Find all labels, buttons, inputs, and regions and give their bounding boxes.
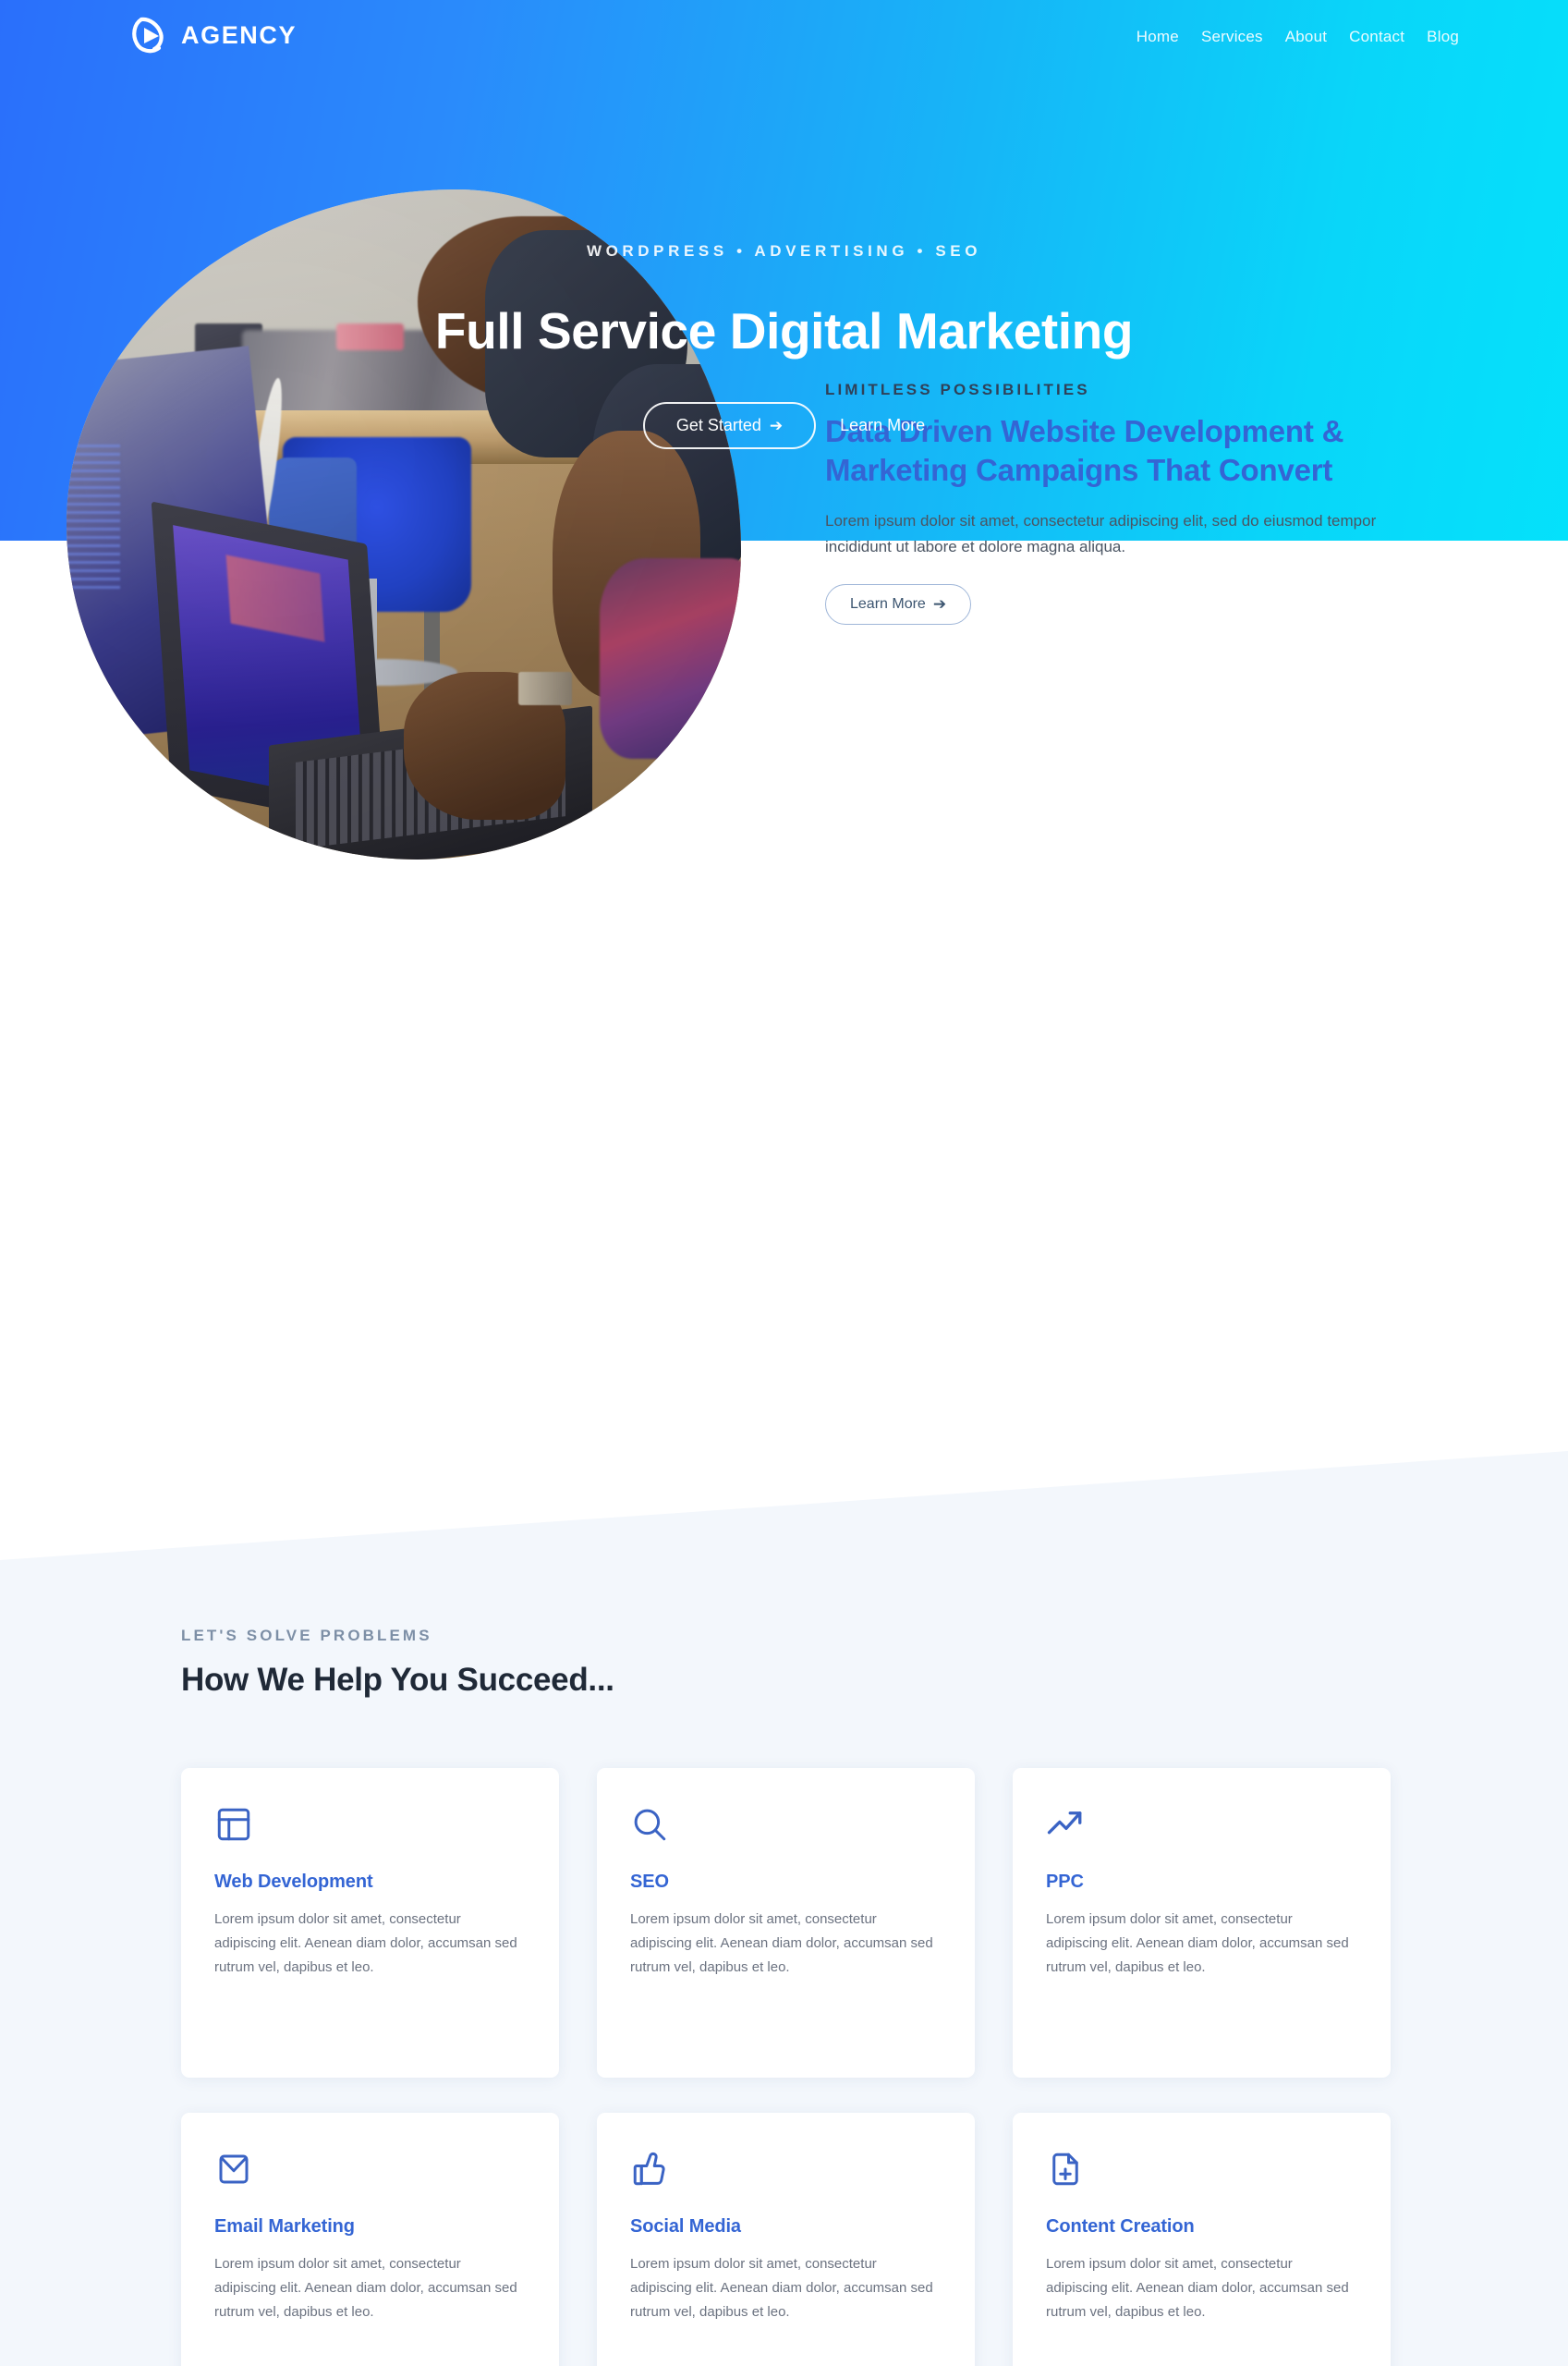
nav-link-blog[interactable]: Blog <box>1427 28 1459 46</box>
services-heading: How We Help You Succeed... <box>181 1662 614 1698</box>
service-card-content-creation[interactable]: Content Creation Lorem ipsum dolor sit a… <box>1013 2113 1391 2366</box>
service-card-title: Email Marketing <box>214 2216 355 2237</box>
arrow-right-icon: ➔ <box>932 595 947 614</box>
service-card-title: Web Development <box>214 1872 373 1892</box>
nav-link-contact[interactable]: Contact <box>1349 28 1404 46</box>
get-started-button[interactable]: Get Started ➔ <box>642 402 817 449</box>
service-card-web-development[interactable]: Web Development Lorem ipsum dolor sit am… <box>181 1768 559 2078</box>
nav-link-home[interactable]: Home <box>1136 28 1179 46</box>
service-card-title: Content Creation <box>1046 2216 1195 2237</box>
services-card-grid: Web Development Lorem ipsum dolor sit am… <box>181 1768 1391 2366</box>
service-card-title: PPC <box>1046 1872 1084 1892</box>
brand-logo[interactable]: AGENCY <box>129 15 297 55</box>
nav-link-about[interactable]: About <box>1285 28 1327 46</box>
service-card-body: Lorem ipsum dolor sit amet, consectetur … <box>630 1911 933 1975</box>
search-icon <box>634 1809 666 1841</box>
arrow-right-icon: ➔ <box>769 417 784 434</box>
service-card-ppc[interactable]: PPC Lorem ipsum dolor sit amet, consecte… <box>1013 1768 1391 2078</box>
about-eyebrow: LIMITLESS POSSIBILITIES <box>825 381 1090 398</box>
service-card-title: SEO <box>630 1872 669 1892</box>
service-card-body: Lorem ipsum dolor sit amet, consectetur … <box>630 2256 933 2320</box>
service-card-title: Social Media <box>630 2216 741 2237</box>
nav-links: Home Services About Contact Blog <box>1136 28 1459 46</box>
hero-eyebrow: WORDPRESS • ADVERTISING • SEO <box>586 242 982 260</box>
hero-cta-group: Get Started ➔ Learn More <box>0 402 1568 449</box>
brand-name: AGENCY <box>181 20 298 49</box>
trending-up-icon <box>1047 1811 1082 1835</box>
service-card-body: Lorem ipsum dolor sit amet, consectetur … <box>214 1911 517 1975</box>
about-paragraph: Lorem ipsum dolor sit amet, consectetur … <box>825 512 1377 555</box>
top-navigation-bar: AGENCY Home Services About Contact Blog <box>0 0 1568 85</box>
service-card-social-media[interactable]: Social Media Lorem ipsum dolor sit amet,… <box>597 2113 975 2366</box>
services-eyebrow: LET'S SOLVE PROBLEMS <box>181 1627 432 1644</box>
service-card-body: Lorem ipsum dolor sit amet, consectetur … <box>214 2256 517 2320</box>
nav-link-services[interactable]: Services <box>1201 28 1263 46</box>
hero-learn-more-button[interactable]: Learn More <box>840 416 925 435</box>
get-started-label: Get Started <box>675 416 761 434</box>
layout-dashboard-icon <box>217 1808 250 1841</box>
landing-page: WORDPRESS • ADVERTISING • SEO Full Servi… <box>0 0 1568 2366</box>
envelope-icon <box>219 2154 249 2184</box>
page-title: Full Service Digital Marketing <box>434 302 1134 360</box>
about-photo <box>67 189 741 860</box>
about-learn-more-label: Learn More <box>850 595 926 612</box>
thumbs-up-icon <box>633 2152 665 2186</box>
service-card-email-marketing[interactable]: Email Marketing Lorem ipsum dolor sit am… <box>181 2113 559 2366</box>
service-card-body: Lorem ipsum dolor sit amet, consectetur … <box>1046 1911 1349 1975</box>
service-card-seo[interactable]: SEO Lorem ipsum dolor sit amet, consecte… <box>597 1768 975 2078</box>
about-learn-more-button[interactable]: Learn More ➔ <box>825 583 972 625</box>
file-plus-icon <box>1052 2153 1078 2186</box>
service-card-body: Lorem ipsum dolor sit amet, consectetur … <box>1046 2256 1349 2320</box>
services-header: LET'S SOLVE PROBLEMS How We Help You Suc… <box>181 1627 614 1699</box>
triangle-swirl-logo-icon <box>132 17 164 54</box>
